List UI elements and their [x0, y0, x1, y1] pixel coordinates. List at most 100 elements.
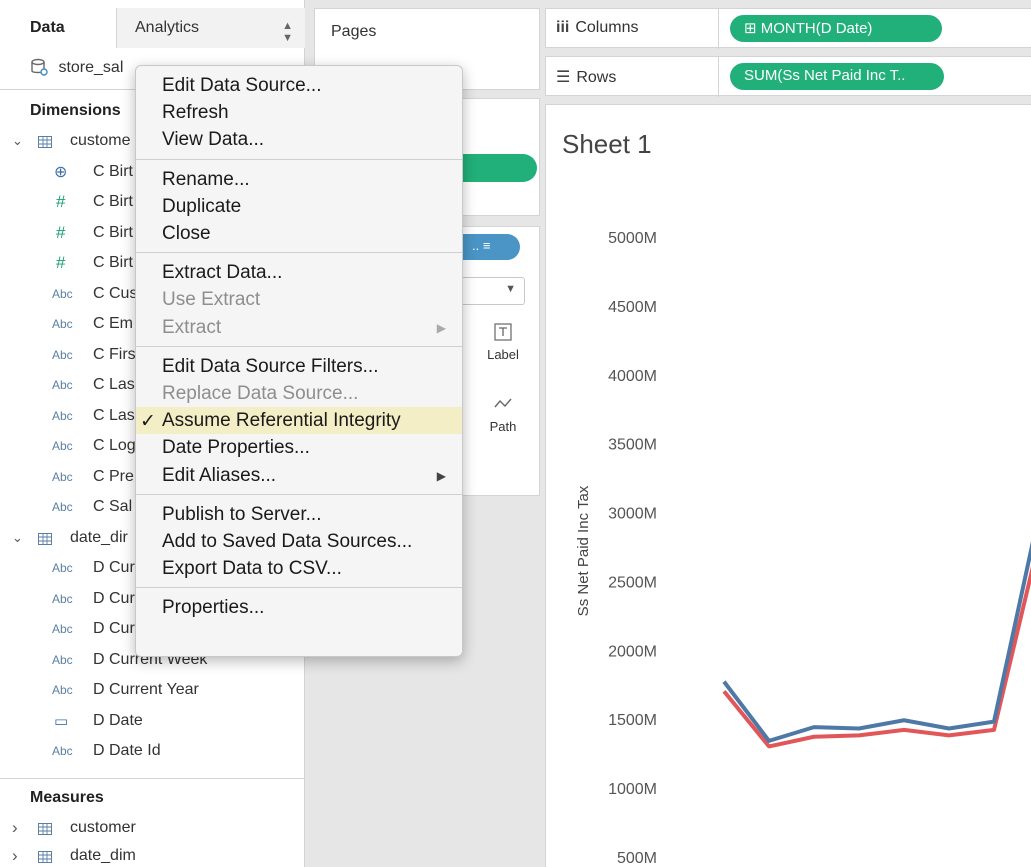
menu-item-properties[interactable]: Properties...: [136, 594, 462, 621]
menu-item-label: Assume Referential Integrity: [162, 410, 401, 432]
series-line[interactable]: [722, 541, 1031, 749]
y-tick-label: 500M: [617, 850, 657, 867]
chevron-right-icon[interactable]: ›: [12, 818, 18, 838]
menu-item-edit-data-source-filters[interactable]: Edit Data Source Filters...: [136, 353, 462, 380]
menu-item-publish-to-server[interactable]: Publish to Server...: [136, 501, 462, 528]
worksheet-canvas: Sheet 1 500M 1000M 1500M 2000M 2500M 3000M 350…: [545, 104, 1031, 867]
y-tick-label: 3500M: [608, 437, 657, 454]
string-type-icon: Abc: [52, 286, 73, 301]
data-source-context-menu: Edit Data Source... Refresh View Data... Re…: [135, 65, 463, 657]
menu-item-view-data[interactable]: View Data...: [136, 126, 462, 153]
number-type-icon: #: [56, 192, 66, 211]
table-name: custome: [70, 132, 131, 149]
field-name: C Cus: [93, 284, 138, 302]
table-name: date_dir: [70, 528, 128, 546]
number-type-icon: #: [56, 253, 66, 272]
menu-item-extract: Extract ▶: [136, 314, 462, 341]
field-name: D Cur: [93, 559, 135, 576]
y-tick-label: 2000M: [608, 643, 657, 660]
menu-separator: [136, 493, 462, 495]
field-item[interactable]: Abc D Current Year: [0, 677, 305, 707]
updown-chevron-icon: ▲ ▼: [282, 20, 293, 44]
menu-item-refresh[interactable]: Refresh: [136, 99, 462, 126]
menu-item-label: Edit Aliases...: [162, 464, 277, 486]
rows-shelf-title: ☰ Rows: [556, 67, 716, 97]
menu-item-edit-aliases[interactable]: Edit Aliases... ▶: [136, 462, 462, 489]
menu-item-use-extract: Use Extract: [136, 286, 462, 313]
columns-pill[interactable]: ⊞ MONTH(D Date): [730, 15, 942, 42]
menu-separator: [136, 345, 462, 347]
measure-table-row[interactable]: › date_dim: [0, 843, 305, 867]
menu-item-label: Date Properties...: [162, 437, 310, 459]
string-type-icon: Abc: [52, 561, 73, 575]
line-chart: 500M 1000M 1500M 2000M 2500M 3000M 3500M 4000M 4…: [575, 230, 1031, 867]
menu-item-label: Extract Data...: [162, 262, 283, 284]
table-icon: [38, 135, 52, 148]
y-tick-label: 4500M: [608, 299, 657, 316]
field-name: C Pre: [93, 467, 134, 485]
y-tick-label: 1000M: [608, 781, 657, 798]
string-type-icon: Abc: [52, 500, 73, 514]
menu-item-extract-data[interactable]: Extract Data...: [136, 259, 462, 286]
tab-analytics[interactable]: Analytics ▲ ▼: [116, 8, 305, 48]
chevron-right-icon[interactable]: ›: [12, 846, 18, 866]
y-tick-label: 2500M: [608, 574, 657, 591]
measure-table-name: customer: [70, 819, 136, 836]
globe-icon: ⊕: [54, 163, 68, 181]
mark-label-text: Label: [487, 347, 519, 362]
field-item[interactable]: Abc D Date Id: [0, 738, 305, 768]
string-type-icon: Abc: [52, 317, 73, 331]
table-icon: [38, 850, 52, 863]
rows-pill[interactable]: SUM(Ss Net Paid Inc T..: [730, 63, 944, 90]
database-icon: [31, 58, 48, 76]
menu-item-label: Close: [162, 223, 211, 244]
mark-path-text: Path: [489, 419, 517, 434]
menu-item-label: Extract: [162, 316, 222, 338]
sort-icon: .. ≡: [472, 238, 491, 253]
field-name: C Firs: [93, 345, 136, 363]
rows-shelf[interactable]: ☰ Rows SUM(Ss Net Paid Inc T..: [545, 56, 1031, 97]
mark-path-button[interactable]: Path: [475, 387, 531, 447]
menu-item-export-data-to-csv[interactable]: Export Data to CSV...: [136, 555, 462, 582]
rows-label: Rows: [576, 69, 617, 86]
menu-item-replace-data-source: Replace Data Source...: [136, 380, 462, 407]
string-type-icon: Abc: [52, 469, 73, 484]
string-type-icon: Abc: [52, 683, 73, 697]
columns-shelf-title: iii Columns: [556, 19, 716, 49]
menu-item-close[interactable]: Close: [136, 220, 462, 247]
number-type-icon: #: [56, 222, 66, 242]
field-name: C Las: [93, 376, 135, 393]
menu-item-edit-data-source[interactable]: Edit Data Source...: [136, 72, 462, 99]
field-name: C Log: [93, 437, 136, 454]
string-type-icon: Abc: [52, 347, 73, 362]
y-tick-label: 1500M: [608, 712, 657, 729]
field-name: C Birt: [93, 162, 133, 180]
string-type-icon: Abc: [52, 378, 73, 392]
table-icon: [38, 532, 52, 545]
mark-label-button[interactable]: Label: [475, 315, 531, 375]
series-line[interactable]: [722, 514, 1031, 743]
chevron-down-icon[interactable]: ⌄: [12, 133, 23, 149]
menu-item-rename[interactable]: Rename...: [136, 166, 462, 193]
measure-table-row[interactable]: › customer: [0, 815, 305, 845]
tab-data[interactable]: Data: [0, 8, 116, 48]
chevron-down-icon[interactable]: ⌄: [12, 530, 23, 546]
rows-icon: ☰: [556, 69, 571, 86]
calendar-icon: ▭: [54, 712, 69, 730]
menu-item-duplicate[interactable]: Duplicate: [136, 193, 462, 220]
field-name: D Cur: [93, 620, 135, 637]
menu-item-label: Replace Data Source...: [162, 383, 359, 404]
menu-item-assume-referential-integrity[interactable]: ✓ Assume Referential Integrity: [136, 407, 462, 435]
shelf-divider: [718, 57, 719, 97]
field-item[interactable]: ▭ D Date: [0, 708, 305, 738]
menu-item-date-properties[interactable]: Date Properties...: [136, 434, 462, 461]
checkmark-icon: ✓: [140, 411, 156, 433]
menu-item-label: Refresh: [162, 102, 229, 124]
columns-rows-shelves: iii Columns ⊞ MONTH(D Date) ☰ Rows SUM(Ss …: [545, 8, 1031, 98]
field-name: D Date: [93, 711, 143, 729]
y-tick-label: 4000M: [608, 368, 657, 385]
string-type-icon: Abc: [52, 744, 73, 758]
columns-shelf[interactable]: iii Columns ⊞ MONTH(D Date): [545, 8, 1031, 49]
menu-item-add-to-saved-data-sources[interactable]: Add to Saved Data Sources...: [136, 528, 462, 555]
field-name: D Date Id: [93, 742, 161, 759]
